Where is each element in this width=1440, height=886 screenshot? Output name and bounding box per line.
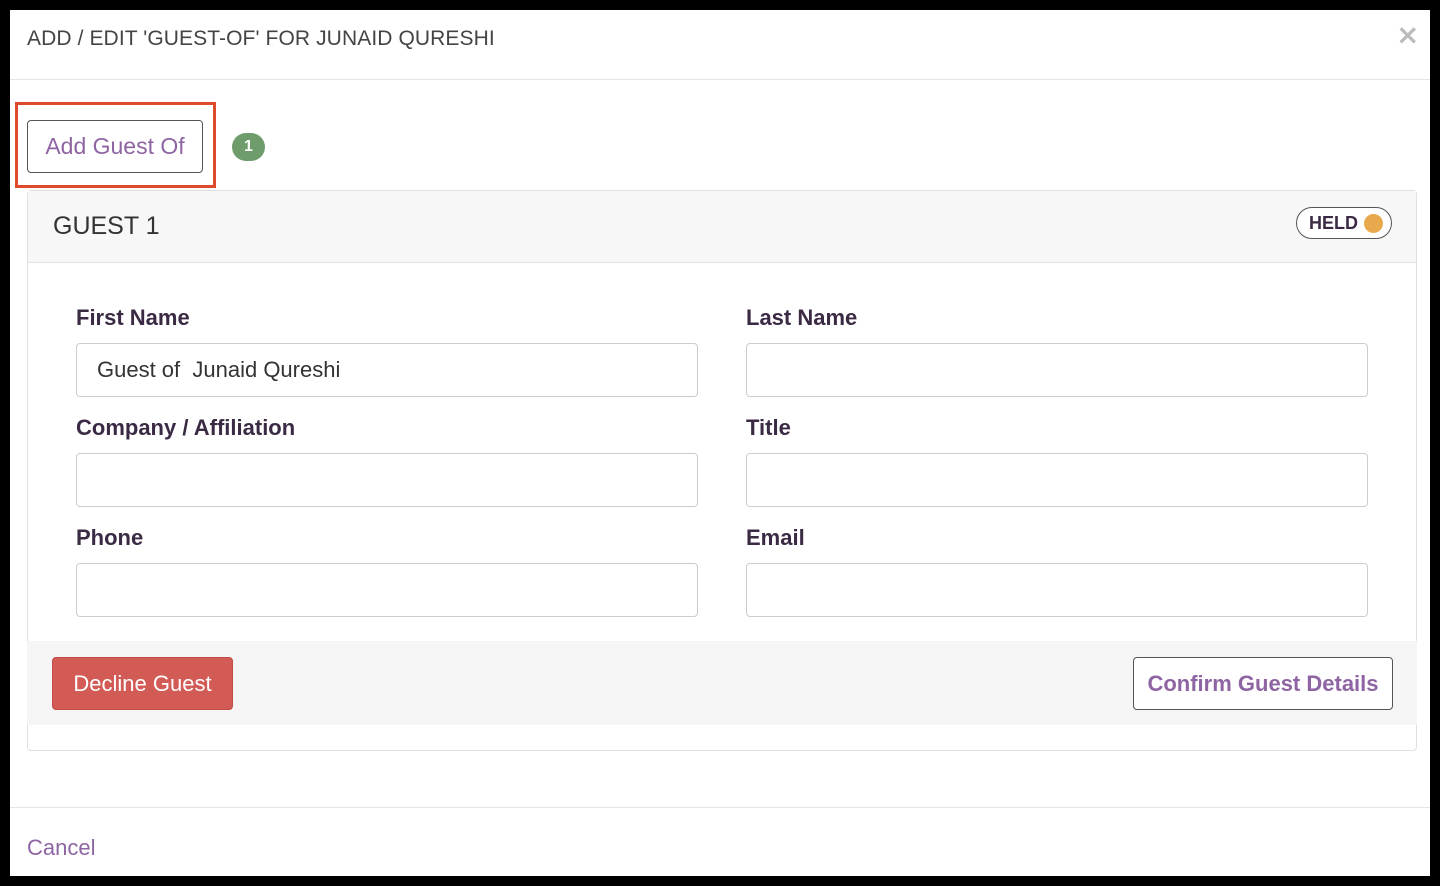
status-dot-icon xyxy=(1364,213,1383,233)
cancel-link[interactable]: Cancel xyxy=(27,835,95,861)
confirm-guest-details-button[interactable]: Confirm Guest Details xyxy=(1133,657,1393,710)
guest-of-modal: ADD / EDIT 'GUEST-OF' FOR JUNAID QURESHI… xyxy=(10,10,1430,876)
first-name-input[interactable] xyxy=(76,343,698,397)
guest-panel-heading: GUEST 1 HELD xyxy=(28,191,1416,263)
status-badge: HELD xyxy=(1296,207,1392,239)
email-label: Email xyxy=(746,525,805,550)
modal-header: ADD / EDIT 'GUEST-OF' FOR JUNAID QURESHI… xyxy=(10,10,1430,80)
last-name-label: Last Name xyxy=(746,305,858,330)
modal-footer: Cancel xyxy=(10,807,1430,876)
guest-panel: GUEST 1 HELD First Name Last Name Compan… xyxy=(27,190,1417,751)
title-label: Title xyxy=(746,415,791,440)
last-name-input[interactable] xyxy=(746,343,1368,397)
add-guest-of-button[interactable]: Add Guest Of xyxy=(27,120,203,173)
title-input[interactable] xyxy=(746,453,1368,507)
close-icon[interactable]: × xyxy=(1396,21,1419,49)
modal-title: ADD / EDIT 'GUEST-OF' FOR JUNAID QURESHI xyxy=(27,27,495,50)
status-label: HELD xyxy=(1309,212,1358,233)
email-input[interactable] xyxy=(746,563,1368,617)
guest-count-badge: 1 xyxy=(232,133,265,161)
decline-guest-button[interactable]: Decline Guest xyxy=(52,657,233,710)
guest-panel-title: GUEST 1 xyxy=(53,212,160,240)
guest-panel-footer: Decline Guest Confirm Guest Details xyxy=(27,641,1417,725)
phone-input[interactable] xyxy=(76,563,698,617)
company-label: Company / Affiliation xyxy=(76,415,296,440)
first-name-label: First Name xyxy=(76,305,190,330)
phone-label: Phone xyxy=(76,525,144,550)
company-input[interactable] xyxy=(76,453,698,507)
